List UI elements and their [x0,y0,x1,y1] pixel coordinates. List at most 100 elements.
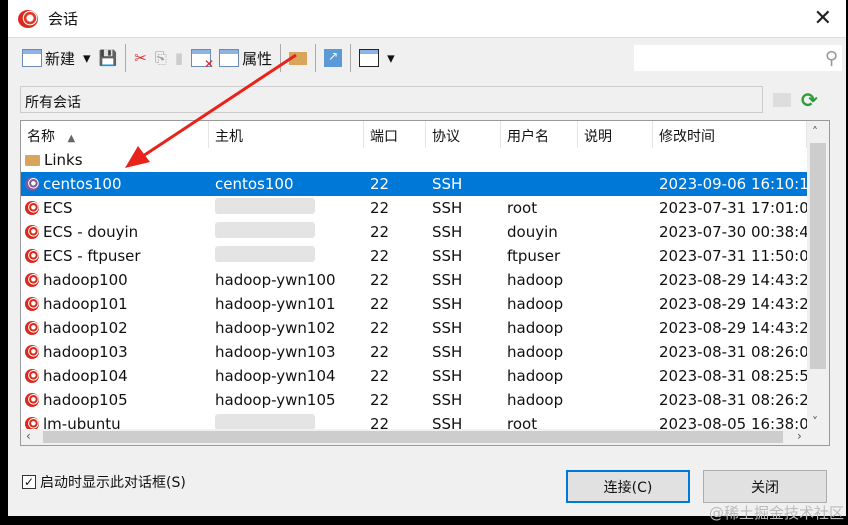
folder-icon [25,154,40,166]
list-item[interactable]: ECS - douyin 22 SSH douyin 2023-07-30 00:38:… [21,220,807,244]
cell-name: ECS [21,199,209,217]
cell-name: hadoop103 [21,343,209,361]
list-item[interactable]: hadoop100 hadoop-ywn100 22 SSH hadoop 2023-08… [21,268,807,292]
cell-name: ECS - douyin [21,223,209,241]
close-button[interactable]: 关闭 [703,470,827,503]
column-header-name[interactable]: 名称 ▲ [21,121,209,148]
column-header-host[interactable]: 主机 [209,121,364,148]
cell-proto: SSH [432,247,463,265]
list-item[interactable]: Links [21,148,807,172]
show-on-startup-checkbox[interactable]: ✓ 启动时显示此对话框(S) [22,472,186,492]
cell-time: 2023-08-29 14:43:22 [659,319,807,337]
cell-time: 2023-09-06 16:10:12 [659,175,807,193]
new-session-icon [22,49,42,67]
title-bar: 会话 ✕ [8,0,846,38]
delete-session-icon: ✕ [191,49,214,71]
cell-user: hadoop [507,367,564,385]
paste-button[interactable]: ▮ [171,43,187,73]
column-header-port[interactable]: 端口 [364,121,426,148]
cell-port: 22 [370,367,390,385]
session-icon [25,393,39,407]
list-item[interactable]: hadoop105 hadoop-ywn105 22 SSH hadoop 2023-08… [21,388,807,412]
list-item[interactable]: ECS - ftpuser 22 SSH ftpuser 2023-07-31 11:5… [21,244,807,268]
cell-port: 22 [370,391,390,409]
cell-name: Links [21,151,209,169]
cell-user: hadoop [507,271,564,289]
cell-user: hadoop [507,295,564,313]
window-title: 会话 [48,10,79,28]
folder-icon [289,51,308,65]
folder-button[interactable] [285,43,311,73]
new-dropdown-button[interactable]: ▾ [79,43,95,73]
redacted-host [215,414,315,430]
cell-time: 2023-07-31 17:01:01 [659,199,807,217]
checkbox-check-icon: ✓ [22,475,36,489]
cell-host: hadoop-ywn104 [215,367,336,385]
app-logo-icon [18,9,38,28]
cell-time: 2023-07-30 00:38:46 [659,223,807,241]
cut-button[interactable]: ✂ [130,43,151,73]
cell-name: hadoop101 [21,295,209,313]
scroll-right-icon[interactable]: › [797,429,802,443]
cell-name: hadoop100 [21,271,209,289]
session-icon [25,297,39,311]
redacted-host [215,198,315,214]
close-window-button[interactable]: ✕ [814,6,832,31]
view-button[interactable] [355,43,383,73]
shortcut-button[interactable]: ↗ [320,43,346,73]
cell-user: ftpuser [507,247,561,265]
cell-user: hadoop [507,343,564,361]
cell-host: hadoop-ywn101 [215,295,336,313]
vertical-scrollbar[interactable]: ˄ ˅ [807,121,829,431]
list-item[interactable]: hadoop103 hadoop-ywn103 22 SSH hadoop 2023-08… [21,340,807,364]
cell-host: hadoop-ywn105 [215,391,336,409]
session-icon [25,273,39,287]
session-rows: Links centos100 centos100 22 SSH 2023-09-06 1… [21,148,807,436]
scroll-down-icon[interactable]: ˅ [812,415,818,429]
horizontal-scrollbar[interactable]: ‹ › [21,429,829,445]
scroll-thumb[interactable] [810,143,826,369]
cell-name: ECS - ftpuser [21,247,209,265]
cell-port: 22 [370,271,390,289]
cell-host [209,222,364,242]
list-item[interactable]: hadoop104 hadoop-ywn104 22 SSH hadoop 2023-08… [21,364,807,388]
scroll-up-icon[interactable]: ˄ [812,125,818,139]
new-session-button[interactable]: 新建 [18,43,79,73]
session-icon [25,225,39,239]
column-header-username[interactable]: 用户名 [501,121,578,148]
properties-button[interactable]: 属性 [215,43,276,73]
session-icon [25,201,39,215]
folder-up-icon[interactable] [773,93,791,107]
cell-proto: SSH [432,367,463,385]
session-path-bar[interactable]: 所有会话 [20,86,763,113]
caret-down-icon: ▾ [83,49,91,67]
scissors-icon: ✂ [134,49,147,67]
list-item[interactable]: centos100 centos100 22 SSH 2023-09-06 16:10:… [21,172,807,196]
scroll-thumb[interactable] [43,431,783,443]
cell-time: 2023-08-31 08:26:09 [659,343,807,361]
list-item[interactable]: ECS 22 SSH root 2023-07-31 17:01:01 [21,196,807,220]
column-header-description[interactable]: 说明 [578,121,653,148]
paste-icon: ▮ [174,49,184,67]
refresh-icon[interactable]: ⟳ [801,88,818,112]
list-item[interactable]: hadoop101 hadoop-ywn101 22 SSH hadoop 2023-08… [21,292,807,316]
cell-user: hadoop [507,391,564,409]
column-header-protocol[interactable]: 协议 [426,121,501,148]
cell-proto: SSH [432,391,463,409]
view-dropdown-button[interactable]: ▾ [383,43,399,73]
delete-button[interactable]: ✕ [187,43,215,73]
search-icon: ⚲ [824,47,838,69]
scroll-left-icon[interactable]: ‹ [26,429,31,443]
search-input[interactable]: ⚲ [634,45,842,71]
copy-button[interactable]: ⎘ [151,43,171,73]
list-header: 名称 ▲ 主机 端口 协议 用户名 说明 修改时间 [21,121,807,148]
cell-port: 22 [370,223,390,241]
cell-host: hadoop-ywn102 [215,319,336,337]
connect-button[interactable]: 连接(C) [566,470,690,503]
save-button[interactable]: 💾 [95,43,122,73]
cell-name: centos100 [21,175,209,193]
column-header-modified[interactable]: 修改时间 [653,121,807,148]
list-view-icon [359,49,380,67]
list-item[interactable]: hadoop102 hadoop-ywn102 22 SSH hadoop 2023-08… [21,316,807,340]
cell-host: hadoop-ywn103 [215,343,336,361]
